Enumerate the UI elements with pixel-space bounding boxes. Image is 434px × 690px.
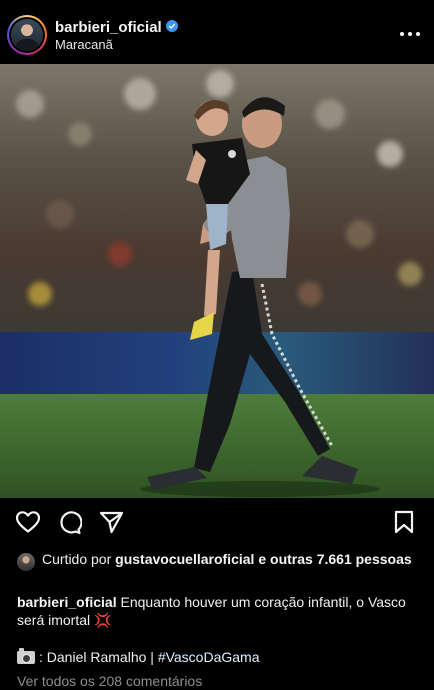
- more-options-icon[interactable]: [400, 30, 420, 38]
- camera-emoji-icon: [17, 648, 35, 664]
- liked-by-others-count[interactable]: outras 7.661 pessoas: [270, 551, 412, 567]
- post-actions-bar: [0, 498, 434, 546]
- post-photo[interactable]: [0, 64, 434, 498]
- post-username[interactable]: barbieri_oficial: [55, 19, 178, 36]
- heart-icon[interactable]: [15, 510, 41, 534]
- stadium-photo-image: [0, 64, 434, 498]
- post-location[interactable]: Maracanã: [55, 37, 113, 52]
- caption-username[interactable]: barbieri_oficial: [17, 594, 117, 610]
- send-icon[interactable]: [99, 510, 124, 534]
- bookmark-icon[interactable]: [394, 510, 414, 534]
- credit-text: : Daniel Ramalho |: [39, 649, 154, 665]
- liked-by-prefix: Curtido por: [42, 551, 112, 567]
- profile-avatar[interactable]: [7, 15, 47, 55]
- view-all-comments-link[interactable]: Ver todos os 208 comentários: [17, 672, 202, 690]
- photo-credit: : Daniel Ramalho | #VascoDaGama: [17, 648, 417, 666]
- liked-by-connector: e: [258, 551, 267, 567]
- verified-badge-icon: [165, 20, 178, 33]
- comment-icon[interactable]: [57, 510, 82, 535]
- post-header: barbieri_oficial Maracanã: [0, 6, 434, 64]
- liked-by-username[interactable]: gustavocuellaroficial: [115, 551, 254, 567]
- username-text[interactable]: barbieri_oficial: [55, 19, 162, 36]
- hashtag-link[interactable]: #VascoDaGama: [158, 649, 260, 665]
- anger-emoji-icon: 💢: [94, 612, 112, 628]
- liker-avatar[interactable]: [17, 553, 35, 571]
- likes-text[interactable]: Curtido por gustavocuellaroficial e outr…: [42, 550, 412, 568]
- post-caption: barbieri_oficial Enquanto houver um cora…: [17, 593, 417, 629]
